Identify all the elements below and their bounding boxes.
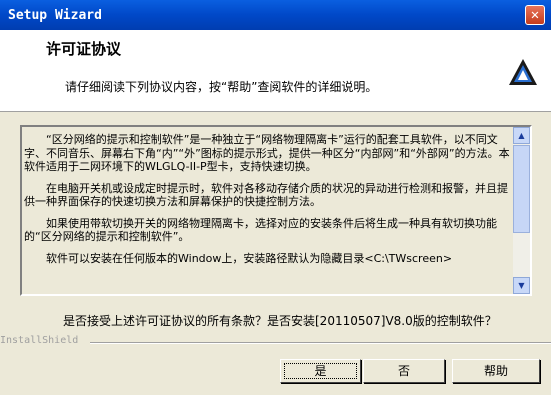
scroll-thumb[interactable] <box>513 145 530 233</box>
help-button-label: 帮助 <box>483 364 508 378</box>
window-title: Setup Wizard <box>8 7 102 23</box>
footer-divider <box>90 342 551 344</box>
focus-ring <box>284 363 357 379</box>
license-paragraph: 软件可以安装在任何版本的Window上，安装路径默认为隐藏目录<C:\TWscr… <box>46 251 453 265</box>
installshield-brand: InstallShield <box>0 335 79 346</box>
license-paragraph: 在电脑开关机或设成定时提示时，软件对各移动存储介质的状况的异动进行检测和报警，并… <box>24 181 508 209</box>
help-button[interactable]: 帮助 <box>452 359 540 383</box>
scroll-down-arrow-icon[interactable]: ▼ <box>513 277 530 294</box>
page-title: 许可证协议 <box>46 40 122 58</box>
no-button-label: 否 <box>397 364 410 378</box>
scroll-up-arrow-icon[interactable]: ▲ <box>513 127 530 144</box>
title-bar[interactable]: Setup Wizard ✕ <box>0 0 551 30</box>
license-paragraph: “区分网络的提示和控制软件”是一种独立于“网络物理隔离卡”运行的配套工具软件，以… <box>24 133 510 173</box>
close-button[interactable]: ✕ <box>525 5 545 25</box>
vertical-scrollbar[interactable]: ▲ ▼ <box>513 127 530 294</box>
setup-wizard-window: Setup Wizard ✕ 许可证协议 请仔细阅读下列协议内容，按“帮助”查阅… <box>0 0 551 395</box>
no-button[interactable]: 否 <box>363 359 445 383</box>
license-text: “区分网络的提示和控制软件”是一种独立于“网络物理隔离卡”运行的配套工具软件，以… <box>24 133 514 273</box>
header-panel: 许可证协议 请仔细阅读下列协议内容，按“帮助”查阅软件的详细说明。 <box>0 30 551 112</box>
license-text-box[interactable]: “区分网络的提示和控制软件”是一种独立于“网络物理隔离卡”运行的配套工具软件，以… <box>20 125 532 296</box>
page-subtitle: 请仔细阅读下列协议内容，按“帮助”查阅软件的详细说明。 <box>65 80 378 94</box>
license-paragraph: 如果使用带软切换开关的网络物理隔离卡，选择对应的安装条件后将生成一种具有软切换功… <box>24 216 497 244</box>
yes-button[interactable]: 是 <box>280 359 361 383</box>
accept-question: 是否接受上述许可证协议的所有条款？是否安装[20110507]V8.0版的控制软… <box>63 314 497 328</box>
installshield-logo-icon <box>509 59 537 85</box>
